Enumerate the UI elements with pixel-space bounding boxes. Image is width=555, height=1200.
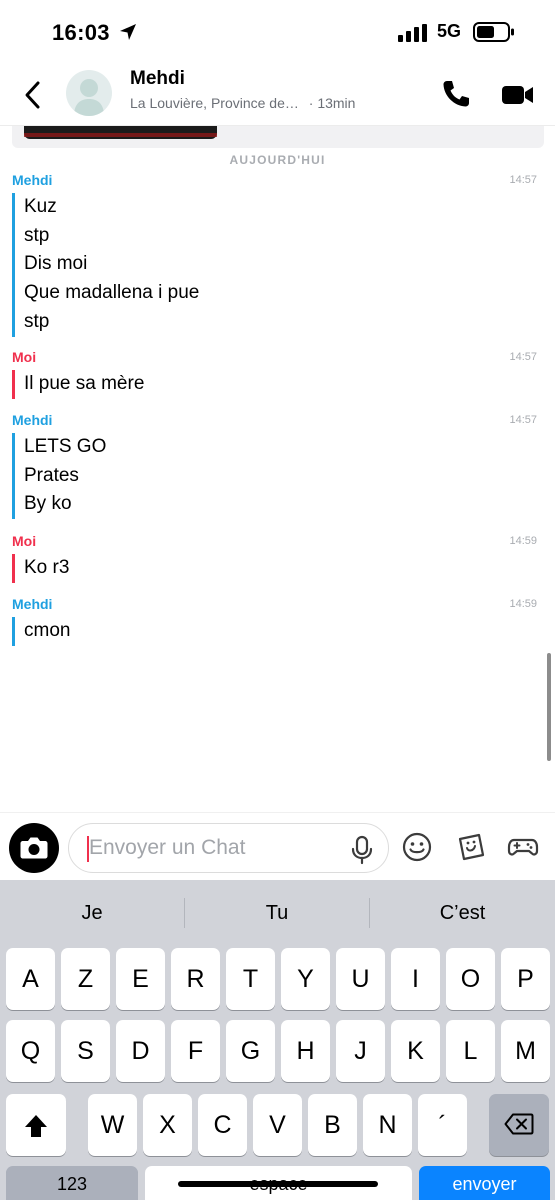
message-body[interactable]: cmon [12,617,70,646]
microphone-button[interactable] [349,835,375,865]
key-j[interactable]: J [336,1020,385,1082]
key-acute-accent[interactable]: ´ [418,1094,467,1156]
sender-name: Mehdi [12,172,53,188]
message-text: By ko [24,493,72,515]
key-z[interactable]: Z [61,948,110,1010]
day-separator: AUJOURD'HUI [229,153,326,167]
message-text: Kuz [24,196,57,217]
shift-key[interactable] [6,1094,66,1156]
key-q[interactable]: Q [6,1020,55,1082]
key-b[interactable]: B [308,1094,357,1156]
keyboard: Je Tu C’est A Z E R T Y U I O P Q S D F … [0,880,555,1200]
message-body[interactable]: LETS GO Prates By ko [12,433,107,520]
message-time: 14:59 [509,598,537,610]
microphone-icon [351,835,373,865]
smiley-icon [402,832,432,862]
game-controller-icon [507,838,539,856]
key-c[interactable]: C [198,1094,247,1156]
signal-icon [398,24,428,47]
phone-icon [443,81,469,107]
emoji-button[interactable] [401,831,433,863]
key-f[interactable]: F [171,1020,220,1082]
contact-status: La Louvière, Province de… · 13min [130,95,355,111]
call-button[interactable] [440,78,472,110]
network-type: 5G [437,21,462,41]
key-e[interactable]: E [116,948,165,1010]
message-time: 14:57 [509,174,537,186]
camera-button[interactable] [9,823,59,873]
message-text: stp [24,224,50,246]
delete-key[interactable] [489,1094,549,1156]
key-y[interactable]: Y [281,948,330,1010]
key-u[interactable]: U [336,948,385,1010]
chat-input-placeholder: Envoyer un Chat [89,836,246,859]
key-g[interactable]: G [226,1020,275,1082]
contact-location: La Louvière, Province de… [130,95,299,111]
sender-name: Moi [12,349,37,365]
status-bar: 16:03 5G [0,0,555,62]
suggestion-item[interactable]: C’est [370,902,555,925]
sender-name: Mehdi [12,412,53,428]
message-text: Prates [24,464,79,486]
numbers-key[interactable]: 123 [6,1166,138,1200]
message-text: Dis moi [24,253,88,275]
key-p[interactable]: P [501,948,550,1010]
key-o[interactable]: O [446,948,495,1010]
key-v[interactable]: V [253,1094,302,1156]
message-time: 14:59 [509,535,537,547]
media-thumbnail[interactable] [24,126,217,139]
key-r[interactable]: R [171,948,220,1010]
key-i[interactable]: I [391,948,440,1010]
message-text: LETS GO [24,436,107,457]
message-text: Que madallena i pue [24,282,200,304]
video-camera-icon [502,86,533,104]
key-a[interactable]: A [6,948,55,1010]
key-h[interactable]: H [281,1020,330,1082]
message-body[interactable]: Ko r3 [12,554,69,583]
camera-icon [20,837,48,859]
sender-name: Moi [12,533,37,549]
previous-media-message[interactable] [12,126,544,148]
sticker-button[interactable] [455,831,487,863]
battery-icon [473,22,515,47]
shift-arrow-icon [25,1115,47,1137]
message-time: 14:57 [509,414,537,426]
message-text: cmon [24,620,71,641]
key-l[interactable]: L [446,1020,495,1082]
video-call-button[interactable] [500,80,536,110]
suggestion-item[interactable]: Je [0,902,184,925]
key-x[interactable]: X [143,1094,192,1156]
message-text: stp [24,310,50,332]
key-m[interactable]: M [501,1020,550,1082]
chat-input[interactable]: Envoyer un Chat [68,823,389,873]
message-body[interactable]: Kuz stp Dis moi Que madallena i pue stp [12,193,199,337]
chevron-left-icon [25,81,40,109]
backspace-icon [504,1113,534,1135]
key-s[interactable]: S [61,1020,110,1082]
key-n[interactable]: N [363,1094,412,1156]
key-t[interactable]: T [226,948,275,1010]
last-seen: · 13min [308,95,356,111]
home-indicator [178,1181,378,1187]
contact-name[interactable]: Mehdi [130,68,185,90]
suggestion-bar: Je Tu C’est [0,880,555,946]
message-time: 14:57 [509,351,537,363]
avatar[interactable] [66,70,112,116]
chat-header: Mehdi La Louvière, Province de… · 13min [0,62,555,126]
key-k[interactable]: K [391,1020,440,1082]
location-arrow-icon [118,22,138,47]
suggestion-item[interactable]: Tu [185,902,369,925]
message-body[interactable]: Il pue sa mère [12,370,144,399]
scrollbar[interactable] [547,653,551,761]
message-text: Ko r3 [24,557,70,578]
sender-name: Mehdi [12,596,53,612]
send-key[interactable]: envoyer [419,1166,550,1200]
sticker-icon [458,833,485,861]
back-button[interactable] [18,78,48,112]
status-time: 16:03 [52,20,110,45]
games-button[interactable] [507,831,539,863]
message-text: Il pue sa mère [24,373,145,394]
key-d[interactable]: D [116,1020,165,1082]
key-w[interactable]: W [88,1094,137,1156]
